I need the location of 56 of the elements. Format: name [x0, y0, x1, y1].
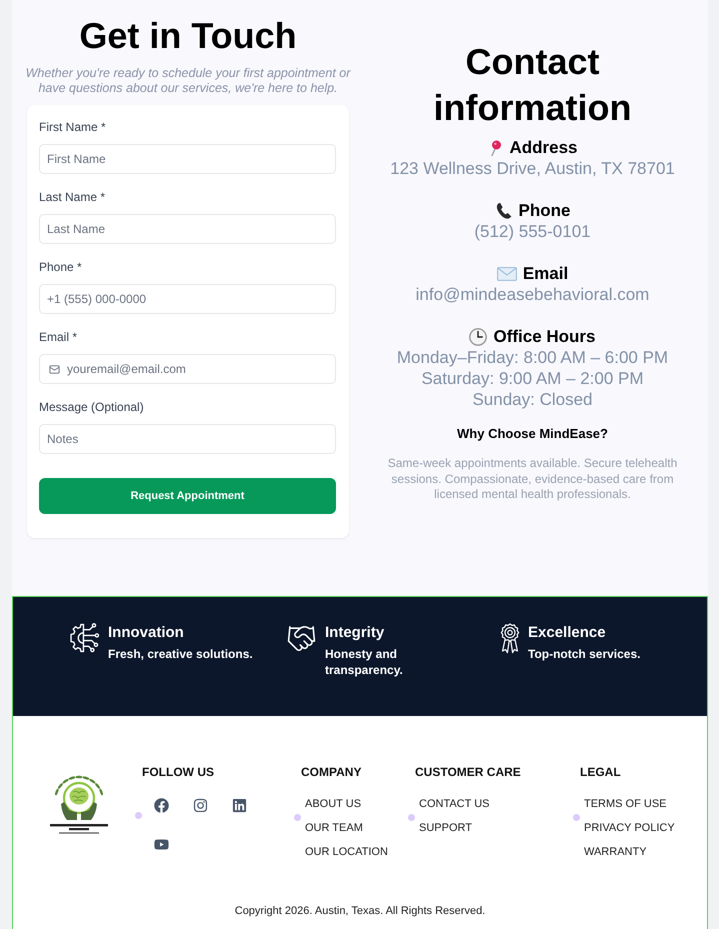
footer-heading: COMPANY	[300, 764, 362, 780]
telephone-icon	[494, 202, 513, 220]
footer-heading: FOLLOW US	[141, 764, 215, 780]
footer-heading: CUSTOMER CARE	[414, 764, 522, 780]
form-title: Get in Touch	[79, 16, 297, 56]
info-label: Address	[509, 137, 578, 158]
footer-link[interactable]: TERMS OF USE	[584, 797, 667, 811]
footer-link[interactable]: WARRANTY	[584, 845, 647, 859]
why-choose-text: Same-week appointments available. Secure telehealth sessions. Compassionate, evidence-based care from licensed mental health professionals.	[386, 456, 678, 502]
field-label: Message (Optional)	[39, 399, 145, 415]
field-label: First Name *	[39, 119, 107, 135]
value-title: Excellence	[528, 624, 607, 642]
copyright-text: Copyright 2026. Austin, Texas. All Rights Reserved.	[234, 904, 486, 918]
footer-link[interactable]: OUR TEAM	[305, 821, 363, 835]
value-title: Innovation	[108, 624, 185, 642]
value-title: Integrity	[325, 624, 386, 642]
info-value: 123 Wellness Drive, Austin, TX 78701	[390, 158, 675, 179]
field-label: Last Name *	[39, 189, 106, 205]
footer-link[interactable]: PRIVACY POLICY	[584, 821, 675, 835]
info-value: (512) 555-0101	[474, 221, 591, 242]
value-description: Fresh, creative solutions.	[108, 646, 253, 662]
value-description: Top-notch services.	[528, 646, 640, 662]
field-label: Email *	[39, 329, 78, 345]
mail-icon	[49, 364, 60, 374]
input-field[interactable]: First Name	[39, 144, 336, 174]
request-appointment-button[interactable]: Request Appointment	[39, 478, 336, 514]
info-value: info@mindeasebehavioral.com	[416, 284, 650, 305]
email-field[interactable]: youremail@email.com	[39, 354, 336, 384]
input-field[interactable]: Last Name	[39, 214, 336, 244]
info-label: Phone	[518, 200, 570, 221]
input-field[interactable]: Notes	[39, 424, 336, 454]
instagram-icon[interactable]	[193, 798, 208, 813]
footer-link[interactable]: OUR LOCATION	[305, 845, 388, 859]
why-choose-heading: Why Choose MindEase?	[457, 425, 608, 443]
info-label: Office Hours	[493, 326, 596, 347]
facebook-icon[interactable]	[154, 798, 169, 813]
info-value: Sunday: Closed	[472, 389, 592, 410]
envelope-icon	[496, 266, 517, 280]
footer-link[interactable]: CONTACT US	[419, 797, 490, 811]
brain-hands-logo-icon	[47, 774, 111, 836]
footer-link[interactable]: ABOUT US	[305, 797, 362, 811]
info-value: Saturday: 9:00 AM – 2:00 PM	[421, 368, 644, 389]
contact-info-title: Contact information	[432, 40, 632, 130]
form-subtitle: Whether you're ready to schedule your first appointment or have questions about our services, we're here to help.	[24, 66, 352, 96]
youtube-icon[interactable]	[154, 837, 169, 852]
clock-icon	[469, 328, 488, 346]
info-value: Monday–Friday: 8:00 AM – 6:00 PM	[396, 347, 668, 368]
footer-heading: LEGAL	[579, 764, 622, 780]
gear-circuit-icon	[70, 623, 100, 653]
field-label: Phone *	[39, 259, 83, 275]
info-label: Email	[522, 263, 568, 284]
value-description: Honesty and transparency.	[325, 646, 404, 678]
linkedin-icon[interactable]	[232, 798, 247, 813]
handshake-icon	[286, 623, 317, 654]
input-field[interactable]: +1 (555) 000-0000	[39, 284, 336, 314]
footer-link[interactable]: SUPPORT	[419, 821, 472, 835]
